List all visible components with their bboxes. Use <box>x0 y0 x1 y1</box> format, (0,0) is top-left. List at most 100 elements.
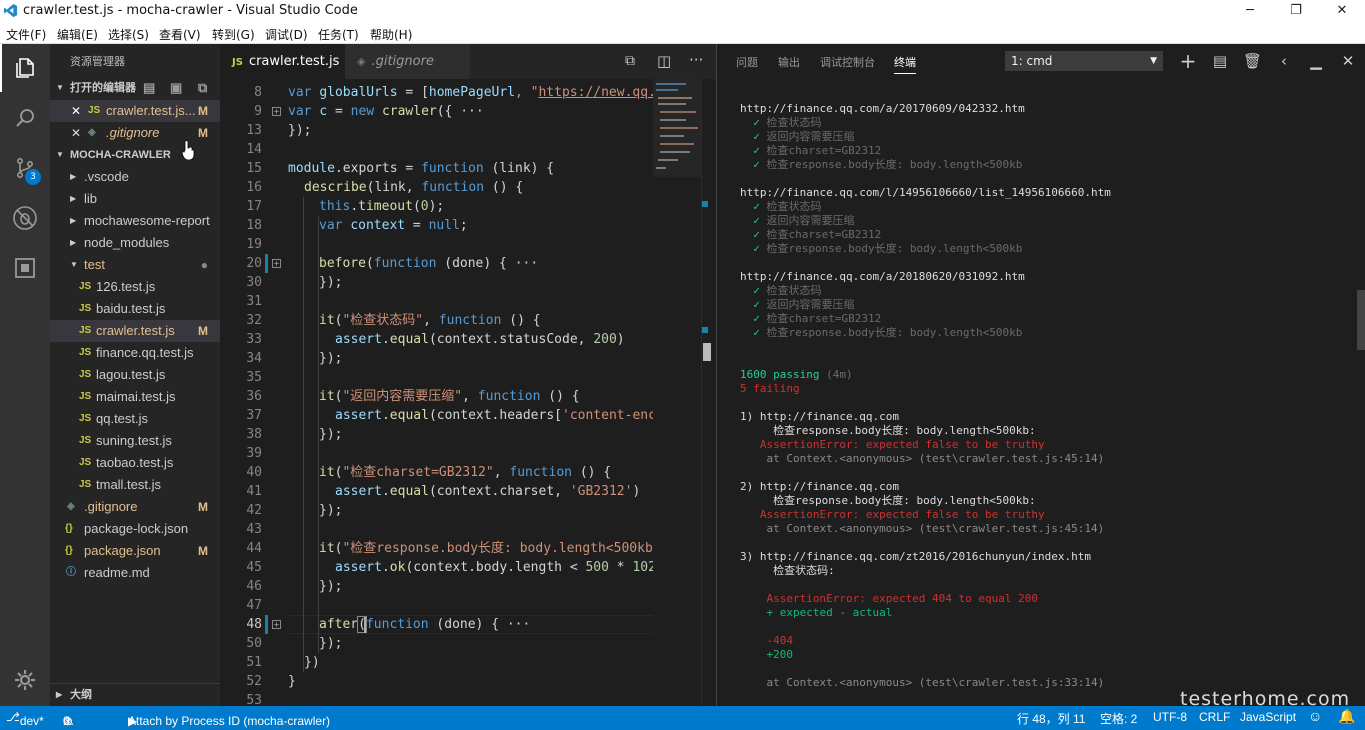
file-item[interactable]: ◈ .gitignore M <box>50 496 220 518</box>
open-changes-icon[interactable]: ⧉ <box>625 53 635 69</box>
json-file-icon: {} <box>65 545 73 556</box>
title-bar: crawler.test.js - mocha-crawler - Visual… <box>0 0 1365 23</box>
fold-expand-icon[interactable]: + <box>272 259 281 268</box>
gitignore-icon: ◈ <box>357 55 366 68</box>
menu-tasks[interactable]: 任务(T) <box>318 26 359 43</box>
js-file-icon: JS <box>79 479 92 490</box>
trash-icon[interactable]: 🗑 <box>1243 52 1262 70</box>
code-line: }) <box>304 655 320 670</box>
project-section[interactable]: ▼ MOCHA-CRAWLER <box>50 144 220 166</box>
file-item[interactable]: JS maimai.test.js <box>50 386 220 408</box>
close-panel-icon[interactable]: ✕ <box>1339 52 1357 70</box>
tab-debug-console[interactable]: 调试控制台 <box>820 54 875 70</box>
minimize-button[interactable]: ─ <box>1227 0 1273 23</box>
menu-help[interactable]: 帮助(H) <box>370 26 412 43</box>
branch-indicator[interactable]: ⎇ dev* <box>6 710 44 728</box>
terminal-select[interactable]: 1: cmd ▼ <box>1005 51 1163 71</box>
chevron-down-icon: ▼ <box>56 150 64 159</box>
code-editor[interactable]: var globalUrls = [homePageUrl, "https://… <box>288 79 653 706</box>
file-item[interactable]: JS qq.test.js <box>50 408 220 430</box>
menu-edit[interactable]: 编辑(E) <box>57 26 98 43</box>
js-file-icon: JS <box>79 303 92 314</box>
close-all-icon[interactable]: ⧉ <box>198 77 207 99</box>
menu-file[interactable]: 文件(F) <box>6 26 46 43</box>
encoding[interactable]: UTF-8 <box>1153 710 1187 724</box>
file-item[interactable]: ⓘ readme.md <box>50 562 220 584</box>
outline-section[interactable]: ▶ 大纲 <box>50 683 220 705</box>
file-item[interactable]: JS suning.test.js <box>50 430 220 452</box>
maximize-panel-icon[interactable]: ▁ <box>1307 52 1325 70</box>
menu-goto[interactable]: 转到(G) <box>212 26 255 43</box>
file-item[interactable]: JS finance.qq.test.js <box>50 342 220 364</box>
bell-icon[interactable]: 🔔 <box>1338 708 1355 725</box>
fold-expand-icon[interactable]: + <box>272 107 281 116</box>
file-item[interactable]: JS baidu.test.js <box>50 298 220 320</box>
tab-gitignore[interactable]: ◈ .gitignore <box>345 44 470 79</box>
tab-output[interactable]: 输出 <box>778 54 800 70</box>
js-file-icon: JS <box>88 105 101 116</box>
menu-view[interactable]: 查看(V) <box>159 26 201 43</box>
tab-crawler-test[interactable]: JS crawler.test.js <box>220 44 345 79</box>
folder-item[interactable]: ▶ node_modules <box>50 232 220 254</box>
extensions-icon[interactable] <box>0 244 50 292</box>
terminal-line: ✓ 返回内容需要压缩 <box>753 130 855 143</box>
info-file-icon: ⓘ <box>66 567 76 578</box>
smiley-feedback-icon[interactable]: ☺ <box>1308 708 1322 724</box>
save-all-icon[interactable]: ▤ <box>143 77 155 99</box>
open-editor-item[interactable]: ✕ JS crawler.test.js... M <box>50 100 220 122</box>
close-button[interactable]: ✕ <box>1319 0 1365 23</box>
close-icon[interactable]: ✕ <box>71 100 81 122</box>
split-terminal-icon[interactable]: ▤ <box>1211 52 1229 70</box>
indentation[interactable]: 空格: 2 <box>1100 710 1137 727</box>
chevron-right-icon: ▶ <box>70 172 77 181</box>
restore-button[interactable]: ❐ <box>1273 0 1319 23</box>
line-ending[interactable]: CRLF <box>1199 710 1230 724</box>
code-line: before(function (done) { ··· <box>319 256 539 271</box>
more-actions-icon[interactable]: ··· <box>689 51 703 69</box>
debug-icon[interactable] <box>0 194 50 242</box>
terminal-line: 检查response.body长度: body.length<500kb: <box>740 424 1036 437</box>
folder-item[interactable]: ▶ .vscode <box>50 166 220 188</box>
source-control-icon[interactable]: 3 <box>0 144 50 192</box>
fold-expand-icon[interactable]: + <box>272 620 281 629</box>
terminal-line: 3) http://finance.qq.com/zt2016/2016chun… <box>740 550 1091 563</box>
terminal-line: ✓ 检查状态码 <box>753 284 822 297</box>
file-item[interactable]: JS tmall.test.js <box>50 474 220 496</box>
split-editor-icon[interactable]: ◫ <box>657 52 671 70</box>
language-mode[interactable]: JavaScript <box>1240 710 1296 724</box>
open-editors-section[interactable]: ▼ 打开的编辑器 ▤ ▣ ⧉ <box>50 77 220 99</box>
collapse-icon[interactable]: ▣ <box>170 77 182 99</box>
terminal-line: 5 failing <box>740 382 800 395</box>
file-item[interactable]: {} package-lock.json <box>50 518 220 540</box>
cursor-position[interactable]: 行 48，列 11 <box>1017 710 1085 727</box>
terminal-line: 检查response.body长度: body.length<500kb: <box>740 494 1036 507</box>
file-item[interactable]: {} package.json M <box>50 540 220 562</box>
terminal-panel: 问题 输出 调试控制台 终端 1: cmd ▼ + ▤ 🗑 ‹ ▁ ✕ http… <box>716 44 1365 706</box>
minimap[interactable] <box>653 79 701 706</box>
tab-problems[interactable]: 问题 <box>736 54 758 70</box>
code-line: it("检查状态码", function () { <box>319 313 541 328</box>
close-icon[interactable]: ✕ <box>71 122 81 144</box>
terminal-scrollbar[interactable] <box>1357 290 1365 350</box>
tab-terminal[interactable]: 终端 <box>894 54 916 74</box>
folder-item-test[interactable]: ▼ test ● <box>50 254 220 276</box>
chevron-left-icon[interactable]: ‹ <box>1275 52 1293 70</box>
search-icon[interactable] <box>0 94 50 142</box>
file-item[interactable]: JS 126.test.js <box>50 276 220 298</box>
code-line: }); <box>319 579 343 594</box>
folder-item[interactable]: ▶ lib <box>50 188 220 210</box>
terminal-output[interactable]: http://finance.qq.com/a/20170609/042332.… <box>740 102 1350 706</box>
settings-gear-icon[interactable] <box>0 656 50 704</box>
file-item[interactable]: JS lagou.test.js <box>50 364 220 386</box>
code-line: assert.equal(context.statusCode, 200) <box>335 332 625 347</box>
file-item[interactable]: JS taobao.test.js <box>50 452 220 474</box>
explorer-icon[interactable] <box>0 44 50 92</box>
new-terminal-icon[interactable]: + <box>1179 51 1197 71</box>
code-line: }); <box>319 636 343 651</box>
file-item[interactable]: JS crawler.test.js M <box>50 320 220 342</box>
code-line: } <box>288 674 296 689</box>
menu-debug[interactable]: 调试(D) <box>265 26 308 43</box>
menu-selection[interactable]: 选择(S) <box>108 26 149 43</box>
editor-scrollbar[interactable] <box>701 79 715 706</box>
folder-item[interactable]: ▶ mochawesome-report <box>50 210 220 232</box>
